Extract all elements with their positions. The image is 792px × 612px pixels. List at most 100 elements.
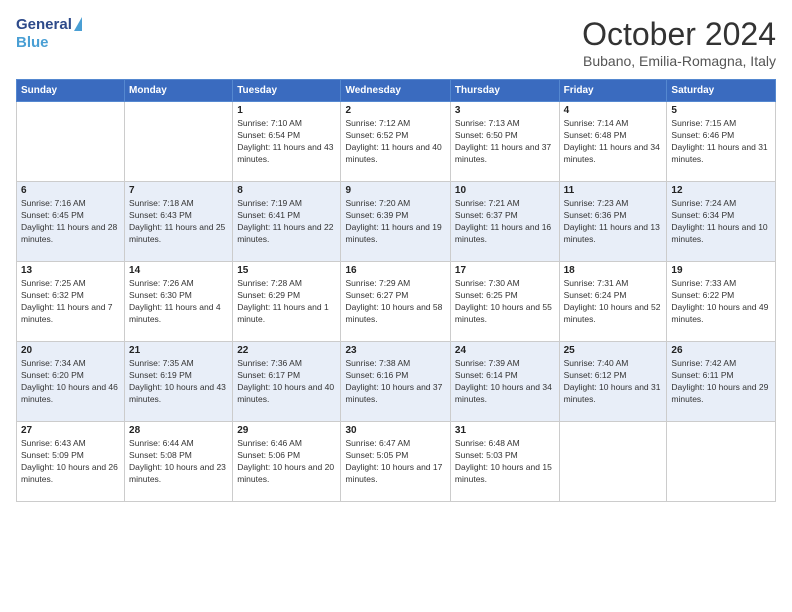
day-info: Sunrise: 7:13 AMSunset: 6:50 PMDaylight:… — [455, 118, 555, 166]
day-info: Sunrise: 7:39 AMSunset: 6:14 PMDaylight:… — [455, 358, 555, 406]
day-number: 21 — [129, 345, 228, 356]
calendar-cell: 14 Sunrise: 7:26 AMSunset: 6:30 PMDayligh… — [125, 262, 233, 342]
day-info: Sunrise: 6:44 AMSunset: 5:08 PMDaylight:… — [129, 438, 228, 486]
calendar-cell: 9Sunrise: 7:20 AMSunset: 6:39 PMDaylight… — [341, 182, 450, 262]
day-number: 2 — [345, 105, 445, 116]
day-number: 25 — [564, 345, 663, 356]
day-number: 15 — [237, 265, 336, 276]
calendar-cell: 11 Sunrise: 7:23 AMSunset: 6:36 PMDayligh… — [559, 182, 667, 262]
calendar-cell: 30 Sunrise: 6:47 AMSunset: 5:05 PMDayligh… — [341, 422, 450, 502]
calendar-cell: 23 Sunrise: 7:38 AMSunset: 6:16 PMDayligh… — [341, 342, 450, 422]
day-number: 13 — [21, 265, 120, 276]
day-info: Sunrise: 7:35 AMSunset: 6:19 PMDaylight:… — [129, 358, 228, 406]
day-number: 19 — [671, 265, 771, 276]
calendar-header-friday: Friday — [559, 80, 667, 102]
calendar-cell: 20 Sunrise: 7:34 AMSunset: 6:20 PMDayligh… — [17, 342, 125, 422]
calendar-header-sunday: Sunday — [17, 80, 125, 102]
day-info: Sunrise: 7:15 AMSunset: 6:46 PMDaylight:… — [671, 118, 771, 166]
calendar-cell — [559, 422, 667, 502]
calendar-header-monday: Monday — [125, 80, 233, 102]
day-number: 9 — [345, 185, 445, 196]
day-number: 29 — [237, 425, 336, 436]
day-info: Sunrise: 7:38 AMSunset: 6:16 PMDaylight:… — [345, 358, 445, 406]
day-info: Sunrise: 7:23 AMSunset: 6:36 PMDaylight:… — [564, 198, 663, 246]
calendar-cell: 2 Sunrise: 7:12 AMSunset: 6:52 PMDaylight… — [341, 102, 450, 182]
day-info: Sunrise: 6:48 AMSunset: 5:03 PMDaylight:… — [455, 438, 555, 486]
day-info: Sunrise: 7:19 AMSunset: 6:41 PMDaylight:… — [237, 198, 336, 246]
day-info: Sunrise: 7:29 AMSunset: 6:27 PMDaylight:… — [345, 278, 445, 326]
calendar-header-wednesday: Wednesday — [341, 80, 450, 102]
day-number: 14 — [129, 265, 228, 276]
day-info: Sunrise: 7:28 AMSunset: 6:29 PMDaylight:… — [237, 278, 336, 326]
calendar-cell: 19 Sunrise: 7:33 AMSunset: 6:22 PMDayligh… — [667, 262, 776, 342]
calendar-cell: 4 Sunrise: 7:14 AMSunset: 6:48 PMDaylight… — [559, 102, 667, 182]
calendar-cell — [667, 422, 776, 502]
calendar-cell: 22 Sunrise: 7:36 AMSunset: 6:17 PMDayligh… — [233, 342, 341, 422]
calendar-cell: 1 Sunrise: 7:10 AMSunset: 6:54 PMDaylight… — [233, 102, 341, 182]
calendar-week-0: 1 Sunrise: 7:10 AMSunset: 6:54 PMDaylight… — [17, 102, 776, 182]
calendar-cell: 8 Sunrise: 7:19 AMSunset: 6:41 PMDaylight… — [233, 182, 341, 262]
day-info: Sunrise: 7:30 AMSunset: 6:25 PMDaylight:… — [455, 278, 555, 326]
day-number: 30 — [345, 425, 445, 436]
calendar-cell: 17 Sunrise: 7:30 AMSunset: 6:25 PMDayligh… — [450, 262, 559, 342]
calendar-cell — [125, 102, 233, 182]
day-number: 7 — [129, 185, 228, 196]
calendar-cell: 24Sunrise: 7:39 AMSunset: 6:14 PMDayligh… — [450, 342, 559, 422]
day-info: Sunrise: 7:31 AMSunset: 6:24 PMDaylight:… — [564, 278, 663, 326]
day-info: Sunrise: 7:10 AMSunset: 6:54 PMDaylight:… — [237, 118, 336, 166]
calendar-cell: 29Sunrise: 6:46 AMSunset: 5:06 PMDayligh… — [233, 422, 341, 502]
calendar-cell: 18Sunrise: 7:31 AMSunset: 6:24 PMDayligh… — [559, 262, 667, 342]
day-number: 10 — [455, 185, 555, 196]
day-info: Sunrise: 7:36 AMSunset: 6:17 PMDaylight:… — [237, 358, 336, 406]
day-info: Sunrise: 6:43 AMSunset: 5:09 PMDaylight:… — [21, 438, 120, 486]
calendar-cell: 27Sunrise: 6:43 AMSunset: 5:09 PMDayligh… — [17, 422, 125, 502]
day-info: Sunrise: 7:12 AMSunset: 6:52 PMDaylight:… — [345, 118, 445, 166]
day-info: Sunrise: 7:40 AMSunset: 6:12 PMDaylight:… — [564, 358, 663, 406]
day-number: 1 — [237, 105, 336, 116]
day-info: Sunrise: 7:14 AMSunset: 6:48 PMDaylight:… — [564, 118, 663, 166]
calendar-week-1: 6Sunrise: 7:16 AMSunset: 6:45 PMDaylight… — [17, 182, 776, 262]
calendar-cell: 25 Sunrise: 7:40 AMSunset: 6:12 PMDayligh… — [559, 342, 667, 422]
day-number: 4 — [564, 105, 663, 116]
logo: General Blue — [16, 16, 82, 52]
day-info: Sunrise: 7:26 AMSunset: 6:30 PMDaylight:… — [129, 278, 228, 326]
day-info: Sunrise: 7:42 AMSunset: 6:11 PMDaylight:… — [671, 358, 771, 406]
calendar-cell: 6Sunrise: 7:16 AMSunset: 6:45 PMDaylight… — [17, 182, 125, 262]
calendar-cell: 5Sunrise: 7:15 AMSunset: 6:46 PMDaylight… — [667, 102, 776, 182]
calendar-cell: 7Sunrise: 7:18 AMSunset: 6:43 PMDaylight… — [125, 182, 233, 262]
location: Bubano, Emilia-Romagna, Italy — [582, 53, 776, 69]
calendar-cell: 15 Sunrise: 7:28 AMSunset: 6:29 PMDayligh… — [233, 262, 341, 342]
calendar-cell — [17, 102, 125, 182]
day-info: Sunrise: 7:33 AMSunset: 6:22 PMDaylight:… — [671, 278, 771, 326]
day-info: Sunrise: 7:25 AMSunset: 6:32 PMDaylight:… — [21, 278, 120, 326]
day-number: 3 — [455, 105, 555, 116]
day-number: 8 — [237, 185, 336, 196]
day-number: 22 — [237, 345, 336, 356]
calendar-cell: 12 Sunrise: 7:24 AMSunset: 6:34 PMDayligh… — [667, 182, 776, 262]
calendar-cell: 16Sunrise: 7:29 AMSunset: 6:27 PMDayligh… — [341, 262, 450, 342]
day-number: 31 — [455, 425, 555, 436]
calendar-header-saturday: Saturday — [667, 80, 776, 102]
day-number: 26 — [671, 345, 771, 356]
calendar-cell: 10 Sunrise: 7:21 AMSunset: 6:37 PMDayligh… — [450, 182, 559, 262]
logo-general-text: General — [16, 16, 72, 34]
day-info: Sunrise: 6:47 AMSunset: 5:05 PMDaylight:… — [345, 438, 445, 486]
day-number: 12 — [671, 185, 771, 196]
calendar-week-3: 20 Sunrise: 7:34 AMSunset: 6:20 PMDayligh… — [17, 342, 776, 422]
day-number: 28 — [129, 425, 228, 436]
calendar-cell: 3 Sunrise: 7:13 AMSunset: 6:50 PMDaylight… — [450, 102, 559, 182]
day-info: Sunrise: 7:34 AMSunset: 6:20 PMDaylight:… — [21, 358, 120, 406]
logo-blue-text: Blue — [16, 34, 82, 52]
logo-triangle-icon — [74, 17, 82, 31]
day-number: 11 — [564, 185, 663, 196]
month-title: October 2024 — [582, 16, 776, 53]
calendar-week-4: 27Sunrise: 6:43 AMSunset: 5:09 PMDayligh… — [17, 422, 776, 502]
day-number: 6 — [21, 185, 120, 196]
day-info: Sunrise: 7:24 AMSunset: 6:34 PMDaylight:… — [671, 198, 771, 246]
day-number: 23 — [345, 345, 445, 356]
day-number: 17 — [455, 265, 555, 276]
calendar-week-2: 13 Sunrise: 7:25 AMSunset: 6:32 PMDayligh… — [17, 262, 776, 342]
day-info: Sunrise: 7:21 AMSunset: 6:37 PMDaylight:… — [455, 198, 555, 246]
calendar-header-tuesday: Tuesday — [233, 80, 341, 102]
day-number: 20 — [21, 345, 120, 356]
